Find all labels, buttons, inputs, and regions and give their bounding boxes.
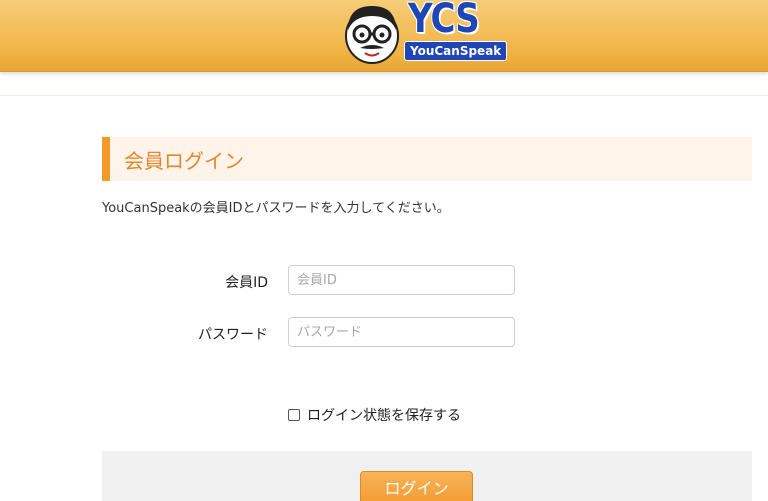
- remember-checkbox[interactable]: [288, 409, 300, 421]
- member-id-label: 会員ID: [225, 275, 268, 291]
- site-logo[interactable]: YCS YouCanSpeak: [336, 0, 516, 66]
- site-header: YCS YouCanSpeak: [0, 0, 768, 72]
- logo-text: YCS: [408, 0, 480, 42]
- section-heading: 会員ログイン: [102, 137, 752, 181]
- password-label: パスワード: [198, 327, 268, 343]
- page-title: 会員ログイン: [124, 149, 244, 173]
- divider: [0, 95, 768, 96]
- remember-label[interactable]: ログイン状態を保存する: [307, 405, 461, 425]
- password-input[interactable]: [288, 317, 515, 347]
- remember-login-option[interactable]: ログイン状態を保存する: [288, 405, 461, 425]
- mascot-face-icon: [345, 6, 399, 64]
- member-id-input[interactable]: [288, 265, 515, 295]
- login-button[interactable]: ログイン: [360, 471, 473, 501]
- intro-text: YouCanSpeakの会員IDとパスワードを入力してください。: [102, 201, 450, 216]
- logo-subtext: YouCanSpeak: [404, 41, 508, 61]
